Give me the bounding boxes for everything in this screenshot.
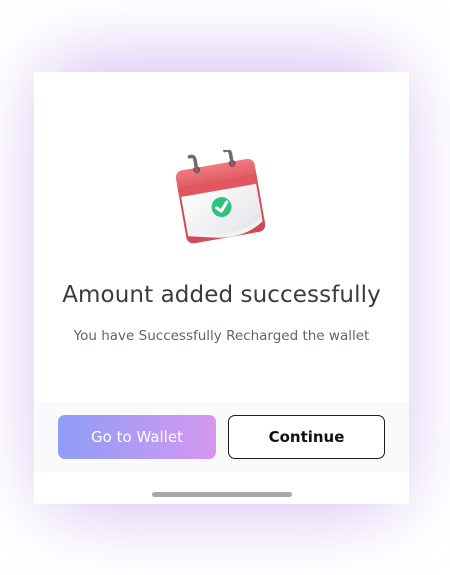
home-indicator [152,492,292,497]
go-to-wallet-button[interactable]: Go to Wallet [58,415,216,459]
continue-button[interactable]: Continue [228,415,385,459]
calendar-check-icon [175,150,266,244]
dialog-title: Amount added successfully [62,282,381,308]
dialog-message: You have Successfully Recharged the wall… [73,328,370,344]
